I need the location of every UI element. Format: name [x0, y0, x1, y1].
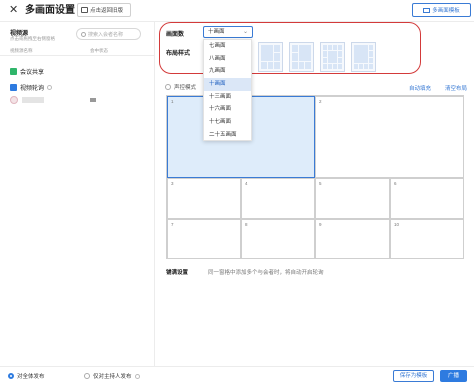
footer-bar: 对全体发布 仅对主持人发布 保存为模板 广播: [0, 366, 474, 384]
participant-name-redacted: [22, 97, 44, 103]
help-icon[interactable]: [134, 373, 140, 379]
col-source-name: 视频源名称: [10, 48, 33, 53]
source-item-share[interactable]: 会议共享: [10, 67, 44, 76]
search-input[interactable]: 搜索入会者名称: [76, 28, 141, 40]
col-meeting-status: 会中状态: [90, 48, 108, 53]
template-icon: [423, 7, 431, 13]
avatar[interactable]: [10, 96, 18, 104]
dropdown-option[interactable]: 十六画面: [204, 103, 251, 116]
share-icon: [10, 68, 17, 75]
layout-style-option[interactable]: [289, 42, 314, 72]
voice-mode-radio[interactable]: [165, 84, 171, 90]
fit-settings-description: 同一窗格中添加多个与会者时，将自动开启轮询: [208, 270, 324, 276]
layout-style-label: 布局样式: [166, 51, 191, 57]
search-placeholder: 搜索入会者名称: [88, 31, 124, 38]
grid-cell[interactable]: 7: [167, 219, 241, 259]
source-column-headers: 视频源名称 会中状态: [0, 46, 155, 56]
grid-cell[interactable]: 8: [241, 219, 315, 259]
screen-count-value: 十画面: [208, 29, 225, 35]
search-icon: [81, 31, 86, 37]
screen-count-dropdown: 七画面 八画面 九画面 十画面 十三画面 十六画面 十七画面 二十五画面: [203, 39, 252, 141]
monitor-icon: [81, 7, 88, 13]
template-button-label: 多画面模板: [432, 8, 460, 14]
grid-cell[interactable]: 4: [241, 178, 315, 219]
layout-style-options: [258, 42, 376, 72]
dropdown-option[interactable]: 九画面: [204, 65, 251, 78]
dropdown-option[interactable]: 十三画面: [204, 91, 251, 104]
publish-all-radio[interactable]: [8, 373, 14, 379]
auto-fill-link[interactable]: 自动填充: [409, 84, 431, 92]
publish-host-radio[interactable]: [84, 373, 90, 379]
publish-all-option[interactable]: 对全体发布: [8, 372, 45, 380]
grid-cell[interactable]: 5: [315, 178, 390, 219]
return-old-version-label: 点击返回旧版: [90, 8, 124, 14]
clear-layout-link[interactable]: 清空布局: [445, 84, 467, 92]
video-source-subtitle: 点击或拖拽至右侧窗格: [10, 36, 55, 41]
save-as-template-button[interactable]: 保存为模板: [393, 370, 434, 382]
multi-screen-template-button[interactable]: 多画面模板: [412, 3, 471, 17]
grid-cell[interactable]: 3: [167, 178, 241, 219]
fit-settings-label: 铺满设置: [166, 270, 189, 276]
camera-icon: [90, 98, 96, 102]
layout-style-option[interactable]: [351, 42, 376, 72]
header-bar: ✕ 多画面设置 点击返回旧版 多画面模板: [0, 0, 474, 22]
screen-count-select[interactable]: 十画面 ⌄: [203, 26, 253, 38]
poll-icon: [10, 84, 17, 91]
source-item-label: 会议共享: [20, 70, 45, 76]
screen-count-label: 画面数: [166, 32, 185, 38]
grid-cell[interactable]: 2: [315, 96, 464, 178]
broadcast-button[interactable]: 广播: [440, 370, 467, 382]
grid-cell[interactable]: 9: [315, 219, 390, 259]
dropdown-option[interactable]: 八画面: [204, 53, 251, 66]
return-old-version-button[interactable]: 点击返回旧版: [77, 3, 131, 17]
publish-all-label: 对全体发布: [17, 374, 45, 380]
page-title: 多画面设置: [25, 5, 75, 16]
close-icon[interactable]: ✕: [9, 3, 18, 17]
voice-mode-toggle[interactable]: 声控模式: [165, 83, 196, 91]
voice-mode-label: 声控模式: [174, 85, 197, 91]
source-item-poll[interactable]: 视频轮询: [10, 83, 53, 92]
dropdown-option[interactable]: 二十五画面: [204, 129, 251, 142]
dropdown-option-selected[interactable]: 十画面: [204, 78, 251, 91]
chevron-down-icon: ⌄: [242, 29, 248, 35]
help-icon[interactable]: [47, 85, 53, 90]
layout-style-option[interactable]: [258, 42, 283, 72]
video-source-panel: 视频源 点击或拖拽至右侧窗格 搜索入会者名称 视频源名称 会中状态 会议共享 视…: [0, 22, 155, 367]
layout-style-option[interactable]: [320, 42, 345, 72]
dropdown-option[interactable]: 十七画面: [204, 116, 251, 129]
source-item-label: 视频轮询: [20, 86, 45, 92]
publish-host-option[interactable]: 仅对主持人发布: [84, 372, 140, 380]
dropdown-option[interactable]: 七画面: [204, 40, 251, 53]
grid-cell[interactable]: 10: [390, 219, 464, 259]
publish-host-label: 仅对主持人发布: [93, 374, 132, 380]
grid-cell[interactable]: 6: [390, 178, 464, 219]
